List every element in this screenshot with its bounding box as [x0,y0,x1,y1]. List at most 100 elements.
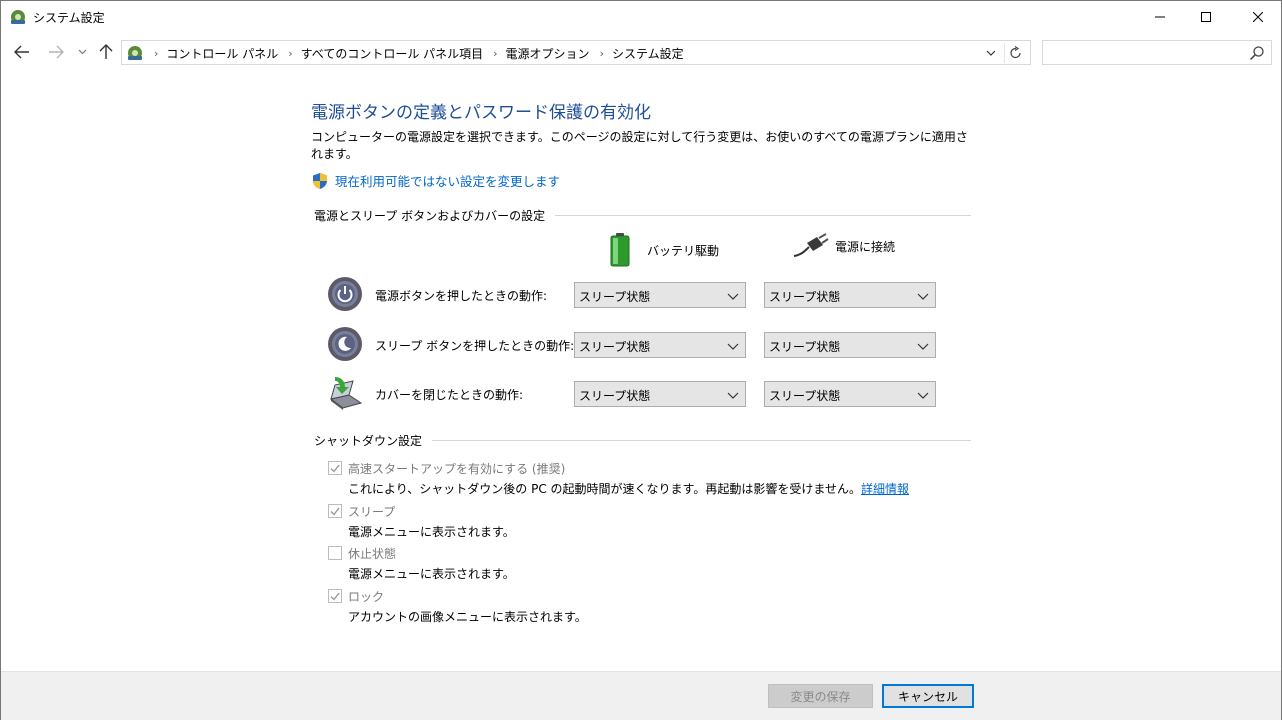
up-button[interactable] [95,41,117,63]
more-info-link[interactable]: 詳細情報 [861,482,909,496]
select-value: スリープ状態 [769,389,841,403]
power-button-icon [328,277,362,311]
lid-close-label: カバーを閉じたときの動作: [375,388,524,402]
power-button-row: 電源ボタンを押したときの動作: スリープ状態 スリープ状態 [327,276,947,312]
breadcrumb-separator: › [493,46,498,60]
breadcrumb: › コントロール パネル › すべてのコントロール パネル項目 › 電源オプショ… [126,44,684,62]
chevron-down-icon [727,343,739,350]
power-plug-icon [793,233,829,257]
breadcrumb-separator: › [154,46,159,60]
select-value: スリープ状態 [769,290,841,304]
sleep-button-label: スリープ ボタンを押したときの動作: [375,339,575,353]
chevron-down-icon [727,293,739,300]
address-history-dropdown[interactable] [982,44,1000,62]
select-value: スリープ状態 [579,340,651,354]
hibernate-option-description: 電源メニューに表示されます。 [348,567,515,581]
title-bar: システム設定 [1,1,1281,33]
checkmark-icon [330,507,340,516]
search-box[interactable] [1042,40,1272,65]
close-button[interactable] [1235,1,1281,33]
sleep-button-row: スリープ ボタンを押したときの動作: スリープ状態 スリープ状態 [327,326,947,362]
breadcrumb-separator: › [288,46,293,60]
navigation-bar: › コントロール パネル › すべてのコントロール パネル項目 › 電源オプショ… [1,37,1281,69]
shutdown-section-header: シャットダウン設定 [314,432,971,449]
window-title: システム設定 [33,11,105,25]
sleep-button-plugged-select[interactable]: スリープ状態 [764,332,936,358]
change-unavailable-settings-link[interactable]: 現在利用可能ではない設定を変更します [311,171,560,190]
chevron-down-icon [986,50,996,56]
column-label-plugged: 電源に接続 [835,239,896,254]
breadcrumb-separator: › [599,46,604,60]
breadcrumb-item-all-items[interactable]: すべてのコントロール パネル項目 [301,45,484,62]
lock-option-label: ロック [348,590,385,604]
footer-bar: 変更の保存 キャンセル [1,672,1281,720]
forward-button[interactable] [45,41,67,63]
chevron-down-icon [917,343,929,350]
fast-startup-description: これにより、シャットダウン後の PC の起動時間が速くなります。再起動は影響を受… [348,480,909,497]
page-description: コンピューターの電源設定を選択できます。このページの設定に対して行う変更は、お使… [311,130,968,161]
lid-close-battery-select[interactable]: スリープ状態 [574,381,746,407]
breadcrumb-item-power-options[interactable]: 電源オプション [506,45,590,62]
sleep-option-label: スリープ [348,505,396,519]
control-panel-icon [128,46,142,60]
select-value: スリープ状態 [579,389,651,403]
power-button-battery-select[interactable]: スリープ状態 [574,282,746,308]
search-icon[interactable] [1249,45,1265,61]
hibernate-option-label: 休止状態 [348,547,397,561]
search-input[interactable] [1047,43,1237,62]
select-value: スリープ状態 [769,340,841,354]
recent-locations-button[interactable] [73,41,91,63]
power-button-label: 電源ボタンを押したときの動作: [375,289,548,303]
power-buttons-section-header: 電源とスリープ ボタンおよびカバーの設定 [314,207,971,224]
sleep-button-icon [328,327,362,361]
arrow-right-icon [49,45,64,59]
arrow-left-icon [14,45,29,59]
section-title: シャットダウン設定 [314,434,423,448]
breadcrumb-item-control-panel[interactable]: コントロール パネル [166,45,278,62]
close-icon [1253,12,1263,22]
laptop-lid-icon [329,377,363,410]
cancel-button[interactable]: キャンセル [882,684,974,708]
control-panel-window: システム設定 › コントロール パネル › すべてのコントロール パネル項目 ›… [0,0,1282,720]
section-title: 電源とスリープ ボタンおよびカバーの設定 [314,209,546,223]
power-button-plugged-select[interactable]: スリープ状態 [764,282,936,308]
page-title: 電源ボタンの定義とパスワード保護の有効化 [311,103,651,123]
select-value: スリープ状態 [579,290,651,304]
breadcrumb-item-system-settings[interactable]: システム設定 [612,45,684,62]
maximize-icon [1201,12,1211,22]
column-label-battery: バッテリ駆動 [647,243,720,258]
lid-close-row: カバーを閉じたときの動作: スリープ状態 スリープ状態 [327,375,947,411]
sleep-button-battery-select[interactable]: スリープ状態 [574,332,746,358]
refresh-icon [1009,46,1021,59]
minimize-icon [1155,16,1165,18]
chevron-down-icon [917,293,929,300]
chevron-down-icon [78,49,86,55]
fast-startup-label: 高速スタートアップを有効にする (推奨) [348,462,566,476]
uac-shield-icon [313,172,327,189]
sleep-checkbox[interactable] [328,504,342,518]
minimize-button[interactable] [1137,1,1183,33]
maximize-button[interactable] [1183,1,1229,33]
column-header-battery: バッテリ駆動 [609,233,719,267]
lock-option-description: アカウントの画像メニューに表示されます。 [348,610,587,624]
lock-checkbox[interactable] [328,589,342,603]
section-divider [555,215,971,216]
hibernate-checkbox[interactable] [328,546,342,560]
save-changes-button[interactable]: 変更の保存 [768,684,873,708]
section-divider [432,440,971,441]
address-bar[interactable]: › コントロール パネル › すべてのコントロール パネル項目 › 電源オプショ… [121,40,1031,65]
battery-icon [610,233,630,267]
refresh-button[interactable] [1004,43,1026,63]
sleep-option-description: 電源メニューに表示されます。 [348,525,515,539]
chevron-down-icon [727,392,739,399]
checkmark-icon [330,464,340,473]
lid-close-plugged-select[interactable]: スリープ状態 [764,381,936,407]
change-link-label: 現在利用可能ではない設定を変更します [335,174,561,189]
power-options-app-icon [11,10,25,24]
arrow-up-icon [99,44,113,59]
fast-startup-description-text: これにより、シャットダウン後の PC の起動時間が速くなります。再起動は影響を受… [348,482,861,496]
fast-startup-checkbox[interactable] [328,461,342,475]
back-button[interactable] [11,41,33,63]
chevron-down-icon [917,392,929,399]
checkmark-icon [330,592,340,601]
